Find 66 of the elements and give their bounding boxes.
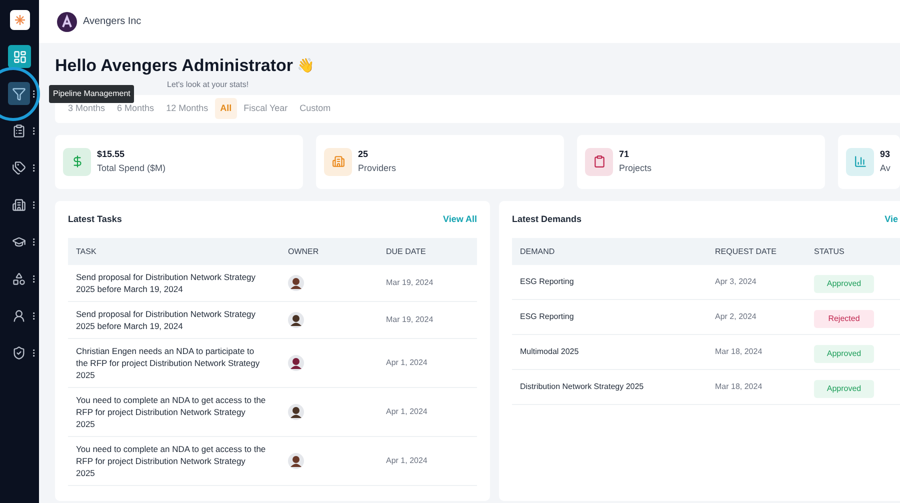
- request-date: Mar 18, 2024: [715, 381, 764, 393]
- clipboard-icon: [12, 124, 26, 138]
- request-date: Apr 2, 2024: [715, 311, 758, 323]
- stat-value: $15.55: [97, 148, 126, 161]
- tags-icon: [12, 160, 26, 174]
- stat-label: Av: [880, 162, 890, 174]
- period-tab[interactable]: 12 Months: [161, 98, 214, 120]
- view-all-link[interactable]: Vie: [884, 212, 898, 226]
- shield-icon: [12, 346, 26, 360]
- column-header: STATUS: [814, 246, 846, 258]
- panel-title: Latest Tasks: [68, 212, 122, 226]
- demand-name: Distribution Network Strategy 2025: [520, 381, 645, 393]
- period-tab[interactable]: Fiscal Year: [238, 98, 293, 120]
- stat-value: 93: [880, 148, 890, 161]
- request-date: Mar 18, 2024: [715, 346, 764, 358]
- clipboard-icon: [592, 155, 606, 168]
- tooltip: Pipeline Management: [49, 85, 134, 103]
- greeting-subtitle: Let's look at your stats!: [167, 78, 250, 90]
- due-date: Mar 19, 2024: [386, 314, 434, 326]
- stat-value: 71: [619, 148, 630, 161]
- dollar-icon: [70, 155, 84, 168]
- status-badge: Rejected: [814, 310, 874, 328]
- filter-icon: [12, 86, 26, 100]
- company-name: Avengers Inc: [83, 15, 142, 29]
- due-date: Mar 19, 2024: [386, 277, 434, 289]
- due-date: Apr 1, 2024: [386, 357, 428, 369]
- column-header: REQUEST DATE: [715, 246, 778, 258]
- sun-icon: [14, 14, 26, 26]
- stat-label: Providers: [358, 162, 396, 174]
- request-date: Apr 3, 2024: [715, 276, 758, 288]
- demand-name: Multimodal 2025: [520, 346, 580, 358]
- column-header: TASK: [76, 246, 98, 258]
- task-text: You need to complete an NDA to get access to the RFP for project Distribution Network Strategy 2025: [76, 394, 267, 430]
- task-text: Christian Engen needs an NDA to participate to the RFP for project Distribution Network Strategy 2025: [76, 345, 261, 381]
- period-tab[interactable]: All: [215, 98, 237, 120]
- stat-label: Projects: [619, 162, 652, 175]
- task-text: Send proposal for Distribution Network Strategy 2025 before March 19, 2024: [76, 271, 257, 295]
- app-logo[interactable]: [10, 10, 30, 30]
- panel-title: Latest Demands: [512, 212, 582, 226]
- dashboard-icon: [12, 50, 26, 64]
- view-all-link[interactable]: View All: [442, 212, 477, 226]
- building-icon: [12, 198, 26, 212]
- sidebar-button[interactable]: [8, 82, 30, 105]
- building-icon: [332, 155, 344, 168]
- period-tab[interactable]: Custom: [294, 98, 336, 120]
- column-header: DEMAND: [520, 246, 556, 258]
- due-date: Apr 1, 2024: [386, 406, 428, 418]
- stat-value: 25: [358, 148, 370, 161]
- status-badge: Approved: [814, 275, 874, 293]
- bar-chart-icon: [854, 155, 866, 168]
- company-logo: [57, 12, 77, 32]
- status-badge: Approved: [814, 380, 874, 398]
- status-badge: Approved: [814, 345, 874, 363]
- graduation-cap-icon: [12, 234, 26, 248]
- wave-emoji: 👋: [297, 56, 314, 76]
- task-text: You need to complete an NDA to get access to the RFP for project Distribution Network Strategy 2025: [76, 443, 267, 479]
- shapes-icon: [12, 272, 26, 286]
- task-text: Send proposal for Distribution Network Strategy 2025 before March 19, 2024: [76, 308, 257, 332]
- column-header: OWNER: [288, 246, 320, 258]
- greeting-title: Hello Avengers Administrator: [55, 55, 294, 77]
- demand-name: ESG Reporting: [520, 276, 575, 288]
- demand-name: ESG Reporting: [520, 311, 575, 323]
- user-icon: [12, 308, 26, 322]
- due-date: Apr 1, 2024: [386, 455, 428, 467]
- stat-label: Total Spend ($M): [97, 162, 166, 175]
- column-header: DUE DATE: [386, 246, 427, 258]
